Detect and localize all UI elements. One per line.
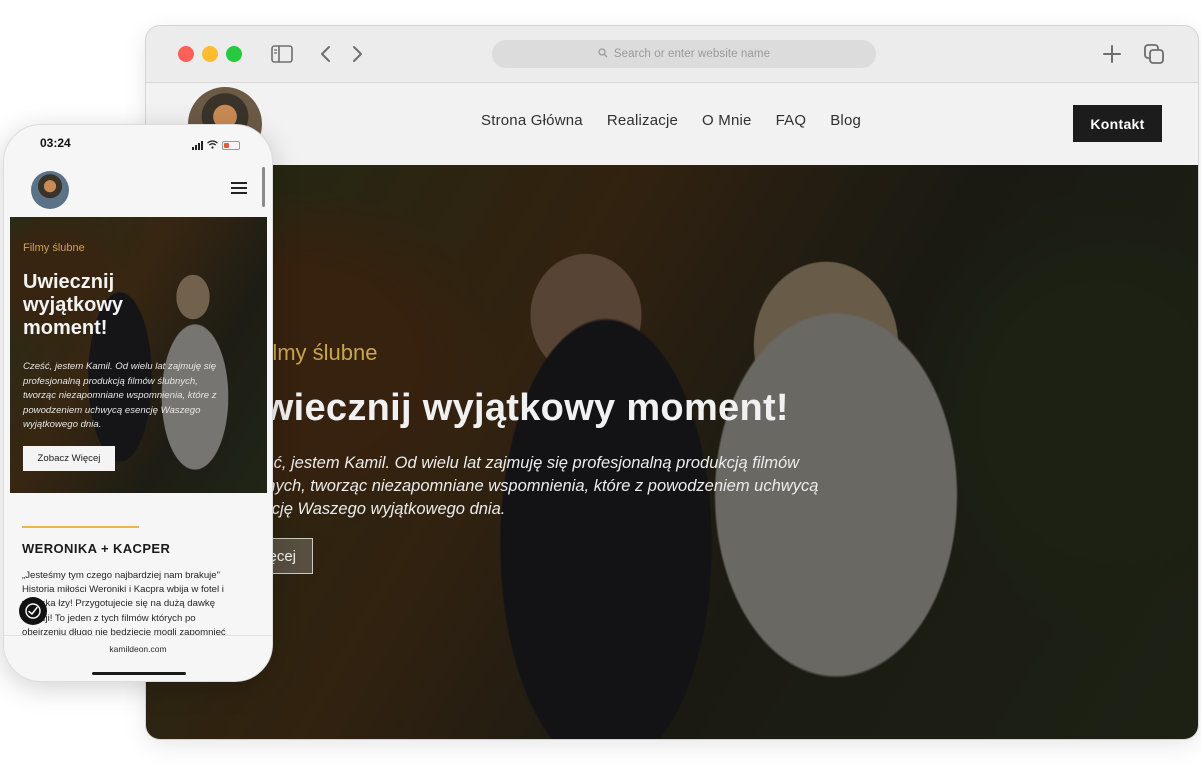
website-page: Strona Główna Realizacje O Mnie FAQ Blog… bbox=[146, 83, 1198, 739]
browser-toolbar: Search or enter website name bbox=[146, 26, 1198, 83]
search-icon bbox=[598, 45, 608, 63]
forward-arrow-icon[interactable] bbox=[349, 42, 367, 66]
section-divider bbox=[22, 526, 139, 528]
mobile-phone-mockup: 03:24 Filmy ślubne Uwiecznij wyjątkowy m… bbox=[3, 124, 273, 682]
story-line: „Jesteśmy tym czego najbardziej nam brak… bbox=[22, 570, 221, 581]
story-text: „Jesteśmy tym czego najbardziej nam brak… bbox=[22, 569, 257, 640]
sidebar-icon[interactable] bbox=[270, 42, 294, 66]
hero-section: Filmy ślubne Uwiecznij wyjątkowy moment!… bbox=[146, 165, 1198, 739]
hero-title: Uwiecznij wyjątkowy moment! bbox=[236, 387, 789, 429]
address-placeholder: Search or enter website name bbox=[613, 48, 771, 60]
mobile-hero-title: Uwiecznij wyjątkowy moment! bbox=[23, 271, 123, 340]
story-title: WERONIKA + KACPER bbox=[22, 541, 171, 556]
contact-button[interactable]: Kontakt bbox=[1073, 105, 1162, 142]
tabs-icon[interactable] bbox=[1142, 42, 1166, 66]
site-header: Strona Główna Realizacje O Mnie FAQ Blog… bbox=[146, 83, 1198, 165]
hero-description: Cześć, jestem Kamil. Od wielu lat zajmuj… bbox=[236, 452, 826, 521]
nav-link-faq[interactable]: FAQ bbox=[776, 112, 807, 129]
mobile-hero-tagline: Filmy ślubne bbox=[23, 242, 85, 254]
story-line: Historia miłości Weroniki i Kacpra wbija… bbox=[22, 584, 224, 596]
plus-icon[interactable] bbox=[1100, 42, 1124, 66]
scrollbar[interactable] bbox=[262, 167, 265, 207]
nav-link-portfolio[interactable]: Realizacje bbox=[607, 112, 678, 129]
status-time: 03:24 bbox=[40, 136, 71, 150]
signal-icon bbox=[192, 140, 203, 150]
back-arrow-icon[interactable] bbox=[316, 42, 334, 66]
mobile-hero-title-line: wyjątkowy bbox=[23, 294, 124, 316]
hero-description-line: esencję Waszego wyjątkowego dnia. bbox=[236, 500, 506, 518]
mobile-hero-description-line: profesjonalną produkcją filmów ślubnych, bbox=[23, 375, 198, 387]
mobile-site-header bbox=[4, 159, 272, 217]
mobile-hero-description-line: Cześć, jestem Kamil. Od wielu lat zajmuj… bbox=[23, 361, 217, 372]
mobile-hero-description-line: powodzeniem uchwycą esencję Waszego bbox=[23, 404, 201, 416]
mobile-url-text[interactable]: kamildeon.com bbox=[4, 644, 272, 654]
story-line: emocji! To jeden z tych filmów których p… bbox=[22, 612, 196, 624]
mobile-hero-title-line: Uwiecznij bbox=[23, 271, 115, 293]
mobile-hero-description: Cześć, jestem Kamil. Od wielu lat zajmuj… bbox=[23, 360, 259, 433]
hamburger-menu-icon[interactable] bbox=[231, 182, 247, 194]
desktop-browser-window: Search or enter website name Strona Głów… bbox=[146, 26, 1198, 739]
nav-link-about[interactable]: O Mnie bbox=[702, 112, 752, 129]
nav-link-blog[interactable]: Blog bbox=[830, 112, 861, 129]
address-bar[interactable]: Search or enter website name bbox=[492, 40, 876, 68]
close-window-button[interactable] bbox=[178, 46, 194, 62]
hero-description-line: Cześć, jestem Kamil. Od wielu lat zajmuj… bbox=[236, 454, 800, 472]
mobile-hero-description-line: wyjątkowego dnia. bbox=[23, 419, 102, 430]
minimize-window-button[interactable] bbox=[202, 46, 218, 62]
wifi-icon bbox=[207, 136, 218, 154]
maximize-window-button[interactable] bbox=[226, 46, 242, 62]
accessibility-icon[interactable] bbox=[19, 597, 47, 625]
battery-icon bbox=[222, 140, 240, 150]
hero-description-line: ślubnych, tworząc niezapomniane wspomnie… bbox=[236, 477, 819, 495]
mobile-hero-description-line: tworząc niezapomniane wspomnienia, które… bbox=[23, 390, 217, 401]
status-icons bbox=[192, 136, 240, 154]
mobile-browser-bar: kamildeon.com bbox=[4, 635, 272, 681]
mobile-logo-avatar[interactable] bbox=[31, 171, 69, 209]
main-navigation: Strona Główna Realizacje O Mnie FAQ Blog bbox=[481, 112, 861, 129]
mobile-hero-title-line: moment! bbox=[23, 317, 108, 339]
nav-link-home[interactable]: Strona Główna bbox=[481, 112, 583, 129]
mobile-see-more-button[interactable]: Zobacz Więcej bbox=[23, 446, 115, 471]
story-line: wyciska łzy! Przygotujecie się na dużą d… bbox=[22, 598, 216, 610]
mobile-hero-section: Filmy ślubne Uwiecznij wyjątkowy moment!… bbox=[10, 217, 267, 493]
home-indicator[interactable] bbox=[92, 672, 186, 675]
status-bar: 03:24 bbox=[4, 125, 272, 159]
